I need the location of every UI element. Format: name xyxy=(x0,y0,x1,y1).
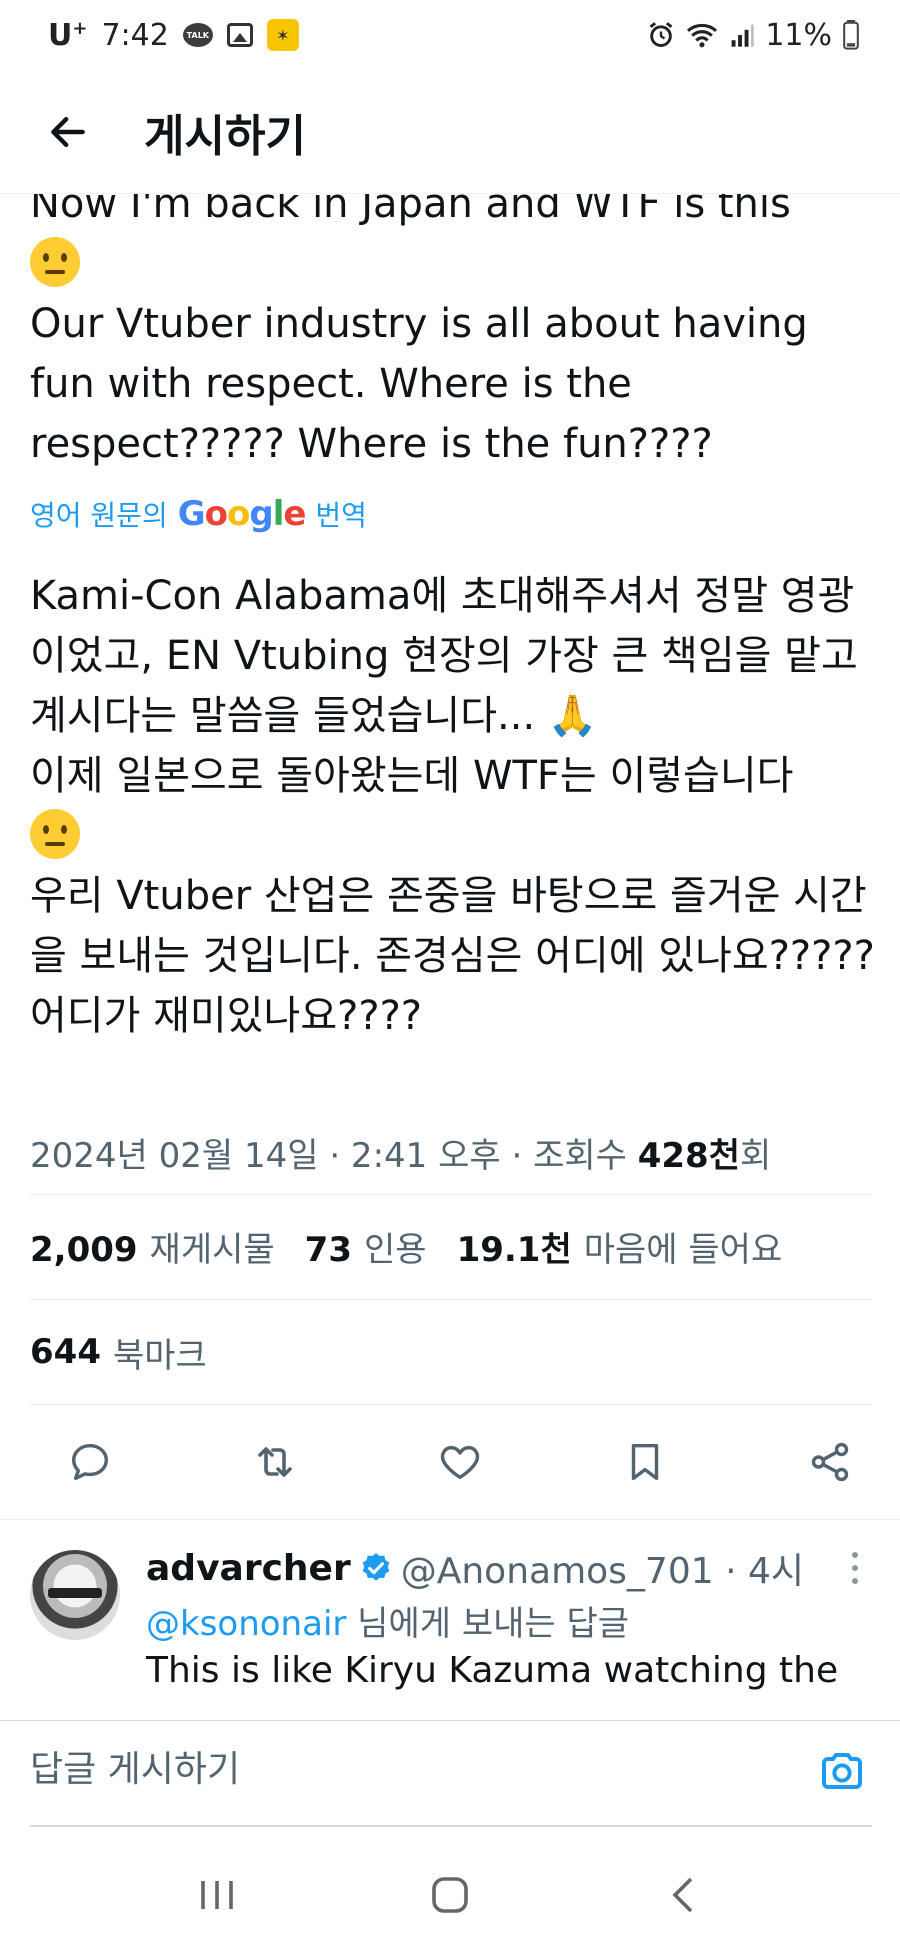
translated-line2: 이제 일본으로 돌아왔는데 WTF는 이렇습니다 xyxy=(30,753,794,799)
translate-prefix: 영어 원문의 xyxy=(30,499,168,532)
bookmarks-count: 644 xyxy=(30,1332,101,1372)
system-nav-bar xyxy=(0,1840,900,1950)
like-button[interactable] xyxy=(430,1432,490,1492)
translation-credit[interactable]: 영어 원문의 Google 번역 xyxy=(30,494,367,534)
quotes-stat[interactable]: 73 인용 xyxy=(305,1222,427,1271)
folded-hands-emoji-icon: 🙏 xyxy=(547,693,598,739)
share-icon xyxy=(811,1442,849,1482)
camera-button[interactable] xyxy=(818,1747,866,1795)
reply-compose-bar xyxy=(0,1720,900,1827)
gallery-icon xyxy=(226,23,253,47)
home-button[interactable] xyxy=(410,1865,490,1925)
replying-to: @ksononair 님에게 보내는 답글 xyxy=(146,1596,629,1645)
signal-icon xyxy=(731,24,755,47)
bookmarks-label: 북마크 xyxy=(112,1335,207,1376)
replying-to-suffix: 님에게 보내는 답글 xyxy=(346,1604,630,1644)
chevron-left-icon xyxy=(672,1877,693,1913)
tweet-text-line1: Now I'm back in Japan and WTF is this xyxy=(30,194,791,227)
view-count-suffix: 회 xyxy=(740,1136,772,1176)
verified-badge-icon xyxy=(362,1553,390,1581)
likes-label: 마음에 들어요 xyxy=(583,1229,783,1270)
google-logo: Google xyxy=(177,494,307,534)
reply-icon xyxy=(71,1443,109,1481)
battery-icon xyxy=(843,20,859,50)
tweet-date: 2024년 02월 14일 · 2:41 오후 · 조회수 xyxy=(30,1136,638,1176)
translated-line1: Kami-Con Alabama에 초대해주셔서 정말 영광이었고, EN Vt… xyxy=(30,573,871,739)
reply-text: This is like Kiryu Kazuma watching the xyxy=(146,1650,839,1691)
page-title: 게시하기 xyxy=(144,110,306,162)
recent-apps-icon xyxy=(200,1881,233,1909)
recent-apps-button[interactable] xyxy=(177,1865,257,1925)
carrier-label: U+ xyxy=(48,17,88,53)
reposts-stat[interactable]: 2,009 재게시물 xyxy=(30,1222,275,1271)
tweet-actions xyxy=(0,1406,900,1518)
reply-author-handle: @Anonamos_701 · 4시 xyxy=(400,1551,804,1592)
status-bar: U+ 7:42 TALK ✶ 11% xyxy=(0,0,900,70)
reply-tweet[interactable]: advarcher @Anonamos_701 · 4시 @ksononair … xyxy=(0,1520,900,1720)
quotes-label: 인용 xyxy=(364,1229,427,1270)
divider xyxy=(30,1404,872,1405)
engagement-stats: 2,009 재게시물 73 인용 19.1천 마음에 들어요 xyxy=(30,1194,812,1298)
likes-stat[interactable]: 19.1천 마음에 들어요 xyxy=(457,1222,783,1271)
kakao-app-icon: ✶ xyxy=(266,19,299,51)
back-nav-button[interactable] xyxy=(643,1865,723,1925)
home-icon xyxy=(432,1877,468,1913)
reply-author-name[interactable]: advarcher xyxy=(146,1548,351,1589)
reply-input[interactable] xyxy=(30,1749,730,1790)
back-button[interactable] xyxy=(38,102,98,162)
tweet-body: Now I'm back in Japan and WTF is this Ou… xyxy=(30,194,880,474)
translate-suffix: 번역 xyxy=(315,499,367,532)
retweet-icon xyxy=(258,1447,292,1477)
confused-face-emoji-icon xyxy=(30,237,80,287)
translated-line3: 우리 Vtuber 산업은 존중을 바탕으로 즐거운 시간을 보내는 것입니다.… xyxy=(30,873,888,1039)
more-options-button[interactable] xyxy=(840,1548,870,1588)
like-icon xyxy=(440,1445,480,1480)
reply-button[interactable] xyxy=(60,1432,120,1492)
compose-underline xyxy=(30,1825,872,1827)
bookmark-button[interactable] xyxy=(615,1432,675,1492)
confused-face-emoji-icon xyxy=(30,809,80,859)
wifi-icon xyxy=(687,23,718,48)
mention-link[interactable]: @ksononair xyxy=(146,1604,346,1644)
alarm-icon xyxy=(649,22,673,47)
bookmarks-stat[interactable]: 644 북마크 xyxy=(30,1300,207,1404)
view-count: 428천 xyxy=(637,1136,740,1176)
reply-header: advarcher @Anonamos_701 · 4시 xyxy=(146,1542,804,1594)
translated-body: Kami-Con Alabama에 초대해주셔서 정말 영광이었고, EN Vt… xyxy=(30,566,880,1046)
tweet-meta: 2024년 02월 14일 · 2:41 오후 · 조회수 428천회 xyxy=(30,1128,771,1177)
tweet-text-line2: Our Vtuber industry is all about having … xyxy=(30,301,821,467)
retweet-button[interactable] xyxy=(245,1432,305,1492)
status-bar-left: U+ 7:42 TALK ✶ xyxy=(48,18,299,53)
clock-time: 7:42 xyxy=(101,17,169,53)
camera-icon xyxy=(822,1753,862,1789)
battery-percent: 11% xyxy=(765,17,832,53)
reposts-count: 2,009 xyxy=(30,1229,138,1270)
tweet-detail: Now I'm back in Japan and WTF is this Ou… xyxy=(0,194,900,1720)
arrow-left-icon xyxy=(51,116,85,147)
app-header: 게시하기 xyxy=(0,70,900,194)
status-bar-right: 11% xyxy=(647,18,860,53)
likes-count: 19.1천 xyxy=(456,1229,572,1270)
reposts-label: 재게시물 xyxy=(149,1229,275,1270)
kakaotalk-icon: TALK xyxy=(182,23,213,47)
bookmark-icon xyxy=(631,1443,659,1481)
avatar[interactable] xyxy=(30,1550,120,1640)
share-button[interactable] xyxy=(800,1432,860,1492)
quotes-count: 73 xyxy=(304,1229,352,1270)
